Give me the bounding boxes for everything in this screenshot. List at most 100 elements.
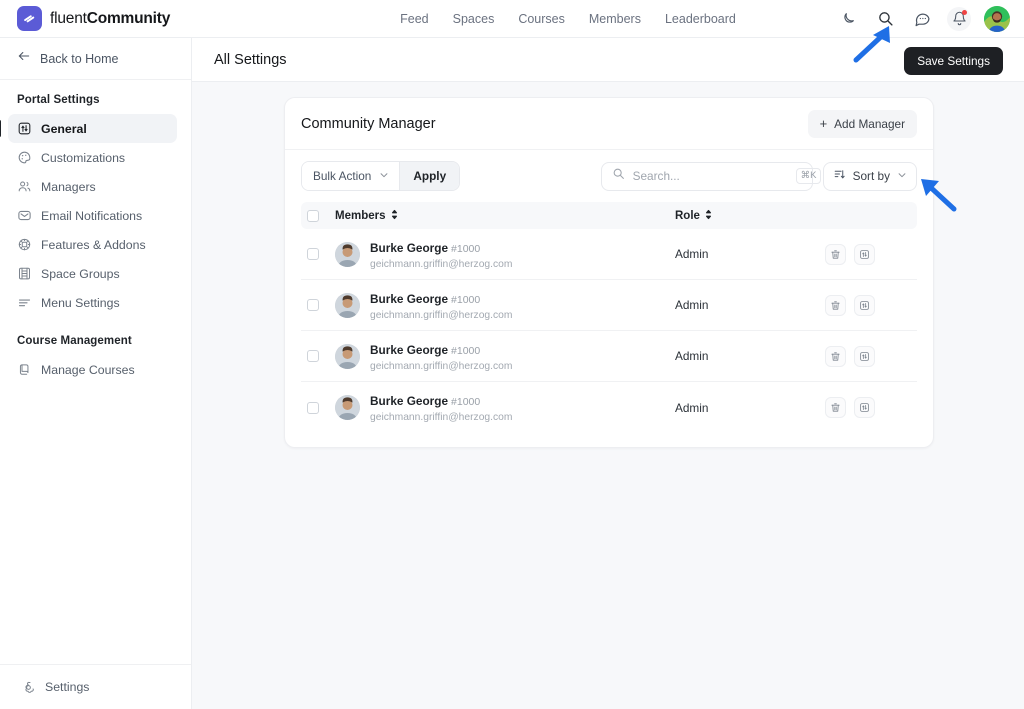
app-root: fluentCommunity Feed Spaces Courses Memb… bbox=[0, 0, 1024, 709]
book-copy-icon bbox=[17, 362, 32, 377]
sliders-icon bbox=[17, 121, 32, 136]
main-content: Community Manager + Add Manager Bulk Act… bbox=[192, 82, 1024, 709]
trash-icon[interactable] bbox=[825, 345, 846, 367]
sidebar-item-general[interactable]: General bbox=[0, 114, 177, 143]
top-navigation-bar: fluentCommunity Feed Spaces Courses Memb… bbox=[0, 0, 1024, 38]
sidebar-item-managers[interactable]: Managers bbox=[8, 172, 177, 201]
sidebar-bottom: Settings bbox=[0, 664, 191, 709]
member-info: Burke George #1000 geichmann.griffin@herz… bbox=[370, 290, 512, 321]
trash-icon[interactable] bbox=[825, 294, 846, 316]
table-header-row: Members Role bbox=[301, 202, 917, 229]
member-cell: Burke George #1000 geichmann.griffin@herz… bbox=[335, 392, 675, 423]
column-header-members-label: Members bbox=[335, 209, 386, 222]
table-row[interactable]: Burke George #1000 geichmann.griffin@herz… bbox=[301, 382, 917, 433]
sidebar-item-features-addons[interactable]: Features & Addons bbox=[8, 230, 177, 259]
table-row[interactable]: Burke George #1000 geichmann.griffin@herz… bbox=[301, 331, 917, 382]
select-all-checkbox[interactable] bbox=[307, 209, 319, 222]
sidebar-item-label: Manage Courses bbox=[41, 362, 135, 377]
row-actions bbox=[825, 243, 911, 265]
sidebar: Back to Home Portal Settings General Cus… bbox=[0, 38, 192, 709]
column-header-members[interactable]: Members bbox=[335, 209, 675, 223]
add-manager-button[interactable]: + Add Manager bbox=[807, 109, 917, 138]
member-cell: Burke George #1000 geichmann.griffin@herz… bbox=[335, 341, 675, 372]
plus-icon: + bbox=[819, 116, 828, 131]
member-email: geichmann.griffin@herzog.com bbox=[370, 258, 513, 270]
card-title: Community Manager bbox=[301, 115, 436, 132]
sidebar-item-menu-settings[interactable]: Menu Settings bbox=[8, 288, 177, 317]
table-toolbar: Bulk Action Apply ⌘K bbox=[285, 150, 933, 202]
search-icon bbox=[612, 167, 625, 185]
apply-button[interactable]: Apply bbox=[399, 162, 460, 190]
top-right-actions bbox=[836, 5, 1024, 32]
search-box[interactable]: ⌘K bbox=[600, 161, 822, 191]
row-checkbox[interactable] bbox=[307, 248, 319, 260]
sort-by-label: Sort by bbox=[852, 169, 890, 183]
select-all-cell bbox=[307, 209, 335, 222]
sliders-square-icon[interactable] bbox=[854, 294, 875, 316]
member-id: #1000 bbox=[451, 242, 481, 255]
nav-item-members[interactable]: Members bbox=[589, 12, 641, 26]
envelope-icon bbox=[17, 208, 32, 223]
chevron-down-icon bbox=[379, 169, 389, 183]
table-row[interactable]: Burke George #1000 geichmann.griffin@herz… bbox=[301, 280, 917, 331]
nav-item-feed[interactable]: Feed bbox=[400, 12, 429, 26]
trash-icon[interactable] bbox=[825, 397, 846, 418]
column-header-role[interactable]: Role bbox=[675, 209, 825, 223]
sliders-square-icon[interactable] bbox=[854, 243, 875, 265]
bulk-action-select[interactable]: Bulk Action bbox=[302, 162, 400, 190]
member-name: Burke George bbox=[370, 394, 449, 408]
palette-icon bbox=[17, 150, 32, 165]
sidebar-item-label: Menu Settings bbox=[41, 295, 120, 310]
member-cell: Burke George #1000 geichmann.griffin@herz… bbox=[335, 290, 675, 321]
member-avatar bbox=[335, 241, 360, 267]
chip-icon bbox=[17, 237, 32, 252]
member-avatar bbox=[335, 343, 360, 369]
sidebar-item-email-notifications[interactable]: Email Notifications bbox=[8, 201, 177, 230]
sidebar-item-space-groups[interactable]: Space Groups bbox=[8, 259, 177, 288]
messages-chat-icon[interactable] bbox=[910, 7, 934, 31]
sliders-square-icon[interactable] bbox=[854, 345, 875, 367]
member-id: #1000 bbox=[451, 293, 481, 306]
sidebar-item-customizations[interactable]: Customizations bbox=[8, 143, 177, 172]
sidebar-item-manage-courses[interactable]: Manage Courses bbox=[8, 355, 177, 384]
dark-mode-moon-icon[interactable] bbox=[836, 7, 860, 31]
nav-item-leaderboard[interactable]: Leaderboard bbox=[665, 12, 736, 26]
member-avatar bbox=[335, 292, 360, 318]
arrow-left-icon bbox=[17, 49, 31, 68]
brand-name: fluentCommunity bbox=[50, 10, 170, 28]
sort-by-button[interactable]: Sort by bbox=[822, 161, 917, 191]
sidebar-menu: Portal Settings General Customizations M… bbox=[0, 80, 191, 384]
nav-item-spaces[interactable]: Spaces bbox=[453, 12, 495, 26]
member-name-line: Burke George #1000 bbox=[370, 239, 512, 257]
back-to-home-button[interactable]: Back to Home bbox=[0, 38, 191, 80]
sort-updown-icon bbox=[390, 209, 399, 223]
content-header: All Settings Save Settings bbox=[192, 38, 1024, 82]
sliders-square-icon[interactable] bbox=[854, 397, 875, 418]
sort-lines-icon bbox=[833, 168, 846, 184]
member-id: #1000 bbox=[451, 344, 481, 357]
sidebar-item-settings[interactable]: Settings bbox=[12, 673, 89, 702]
row-checkbox[interactable] bbox=[307, 299, 319, 311]
table-row[interactable]: Burke George #1000 geichmann.griffin@herz… bbox=[301, 229, 917, 280]
member-cell: Burke George #1000 geichmann.griffin@herz… bbox=[335, 239, 675, 270]
search-icon[interactable] bbox=[873, 7, 897, 31]
save-settings-button[interactable]: Save Settings bbox=[904, 47, 1003, 75]
nav-item-courses[interactable]: Courses bbox=[518, 12, 565, 26]
main-nav: Feed Spaces Courses Members Leaderboard bbox=[300, 12, 836, 26]
brand-logo-area[interactable]: fluentCommunity bbox=[0, 6, 300, 31]
menu-lines-icon bbox=[17, 295, 32, 310]
row-actions bbox=[825, 345, 911, 367]
back-to-home-label: Back to Home bbox=[40, 51, 119, 66]
member-email: geichmann.griffin@herzog.com bbox=[370, 360, 513, 372]
row-checkbox[interactable] bbox=[307, 401, 319, 414]
member-name: Burke George bbox=[370, 342, 449, 357]
avatar[interactable] bbox=[984, 5, 1010, 32]
member-name: Burke George bbox=[370, 240, 449, 255]
search-input[interactable] bbox=[632, 169, 788, 183]
row-checkbox[interactable] bbox=[307, 350, 319, 362]
brand-name-light: fluent bbox=[50, 9, 87, 27]
community-manager-card: Community Manager + Add Manager Bulk Act… bbox=[284, 97, 934, 448]
notifications-bell-icon[interactable] bbox=[947, 6, 971, 31]
trash-icon[interactable] bbox=[825, 243, 846, 265]
member-info: Burke George #1000 geichmann.griffin@herz… bbox=[370, 239, 512, 270]
